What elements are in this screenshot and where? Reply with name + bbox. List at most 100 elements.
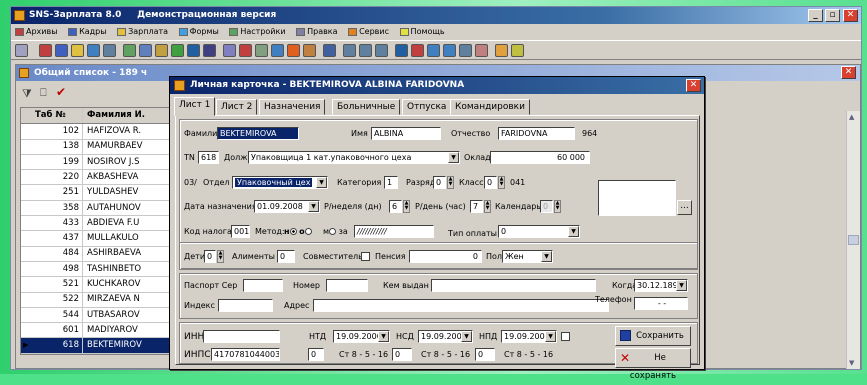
week-days-spinner[interactable]: ▲ ▼ [403, 200, 410, 213]
tool-table-icon[interactable] [203, 44, 216, 57]
tool-grid-icon[interactable] [187, 44, 200, 57]
tool-save-icon[interactable] [411, 44, 424, 57]
class-field[interactable]: 0 [484, 176, 497, 189]
list-close-button[interactable]: ✕ [841, 66, 856, 79]
tab-business-trips[interactable]: Командировки [450, 99, 530, 115]
name-field[interactable]: ALBINA [371, 127, 441, 140]
notes-box[interactable] [598, 180, 676, 216]
day-hours-spinner[interactable]: ▲ ▼ [484, 200, 491, 213]
method-o-radio[interactable] [304, 228, 312, 235]
tool-archive-icon[interactable] [39, 44, 52, 57]
menu-staff[interactable]: Кадры [64, 24, 111, 39]
menu-forms[interactable]: Формы [175, 24, 223, 39]
menu-salary[interactable]: Зарплата [113, 24, 172, 39]
tool-paste-icon[interactable] [443, 44, 456, 57]
rank-spinner[interactable]: ▲ ▼ [447, 176, 454, 189]
tool-copy-icon[interactable] [427, 44, 440, 57]
week-days-field[interactable]: 6 [389, 200, 402, 213]
tool-list-icon[interactable] [223, 44, 236, 57]
category-field[interactable]: 1 [384, 176, 398, 189]
minimize-button[interactable]: _ [808, 9, 823, 22]
assign-date-select[interactable]: 01.09.2008 ▼ [254, 200, 320, 213]
method-m-radio[interactable] [329, 228, 337, 235]
gender-select[interactable]: Жен ▼ [502, 250, 553, 263]
tool-user-icon[interactable] [475, 44, 488, 57]
npd-checkbox[interactable] [561, 332, 570, 341]
menu-help[interactable]: Помощь [396, 24, 449, 39]
no-save-button[interactable]: ✕ Не сохранять [615, 348, 691, 381]
rank-field[interactable]: 0 [433, 176, 446, 189]
menu-archives[interactable]: Архивы [11, 24, 62, 39]
ntd-date-select[interactable]: 19.09.2000 ▼ [333, 330, 390, 343]
check-icon[interactable]: ✔ [56, 85, 66, 99]
pay-type-select[interactable]: 0 ▼ [498, 225, 580, 238]
index-field[interactable] [218, 299, 273, 312]
patronymic-field[interactable]: FARIDOVNA [498, 127, 575, 140]
menu-service[interactable]: Сервис [344, 24, 393, 39]
close-button[interactable]: ✕ [843, 9, 858, 22]
position-select[interactable]: Упаковщица 1 кат.упаковочного цеха ▼ [248, 151, 460, 164]
tool-staff-icon[interactable] [55, 44, 68, 57]
tool-key-icon[interactable] [495, 44, 508, 57]
calendar-field[interactable]: 0 [540, 200, 553, 213]
children-field[interactable]: 0 [204, 250, 216, 263]
dialog-close-button[interactable]: ✕ [686, 79, 701, 92]
tool-sort-icon[interactable] [103, 44, 116, 57]
list-scrollbar[interactable]: ▲ ▼ [846, 111, 860, 369]
tool-filter-icon[interactable] [155, 44, 168, 57]
tool-open-icon[interactable] [459, 44, 472, 57]
tab-sick-leave[interactable]: Больничные [332, 99, 401, 115]
save-button[interactable]: Сохранить [615, 326, 691, 346]
children-spinner[interactable]: ▲ ▼ [217, 250, 224, 263]
class-spinner[interactable]: ▲ ▼ [498, 176, 505, 189]
tool-find-icon[interactable] [123, 44, 136, 57]
maximize-button[interactable]: ▫ [825, 9, 840, 22]
issued-by-field[interactable] [431, 279, 596, 292]
inps-field[interactable]: 41707810440037 [211, 348, 280, 361]
tool-doc3-icon[interactable] [375, 44, 388, 57]
tab-sheet2[interactable]: Лист 2 [216, 99, 258, 115]
day-hours-field[interactable]: 7 [470, 200, 483, 213]
tool-report-icon[interactable] [87, 44, 100, 57]
filter-icon[interactable]: ⧩ [22, 87, 32, 101]
npd-date-select[interactable]: 19.09.2000 ▼ [501, 330, 557, 343]
tool-calendar-icon[interactable] [239, 44, 252, 57]
tool-salary-icon[interactable] [71, 44, 84, 57]
tool-print-icon[interactable] [395, 44, 408, 57]
browse-button[interactable]: … [677, 200, 692, 215]
st2-field[interactable]: 0 [392, 348, 412, 361]
tab-assignments[interactable]: Назначения [259, 99, 326, 115]
tax-code-field[interactable]: 001 [231, 225, 250, 238]
scroll-up-icon[interactable]: ▲ [849, 113, 854, 121]
tool-find-next-icon[interactable] [139, 44, 152, 57]
tool-exit-icon[interactable] [511, 44, 524, 57]
tab-sheet1[interactable]: Лист 1 [174, 97, 216, 116]
tool-doc2-icon[interactable] [359, 44, 372, 57]
lock-icon[interactable]: ⎕ [40, 86, 47, 100]
tool-settings-icon[interactable] [15, 44, 28, 57]
issue-date-select[interactable]: 30.12.1899 ▼ [634, 279, 688, 292]
method-period-field[interactable]: /////////// [354, 225, 434, 238]
address-field[interactable] [313, 299, 609, 312]
combiner-checkbox[interactable] [361, 252, 370, 261]
nsd-date-select[interactable]: 19.09.2000 ▼ [418, 330, 473, 343]
scroll-thumb[interactable] [848, 235, 859, 245]
passport-series-field[interactable] [243, 279, 283, 292]
st3-field[interactable]: 0 [475, 348, 495, 361]
menu-edit[interactable]: Правка [292, 24, 341, 39]
passport-number-field[interactable] [326, 279, 368, 292]
col-tab-number[interactable]: Таб № [33, 108, 83, 123]
menu-settings[interactable]: Настройки [225, 24, 289, 39]
calendar-spinner[interactable]: ▲ ▼ [554, 200, 561, 213]
tool-chart-icon[interactable] [271, 44, 284, 57]
department-select[interactable]: Упаковочный цех ▼ [232, 176, 328, 189]
inn-field[interactable] [203, 330, 280, 343]
salary-field[interactable]: 60 000 [490, 151, 590, 164]
tool-doc1-icon[interactable] [343, 44, 356, 57]
pension-field[interactable]: 0 [409, 250, 482, 263]
tool-bar-chart-icon[interactable] [287, 44, 300, 57]
scroll-down-icon[interactable]: ▼ [849, 359, 854, 367]
tool-tree-icon[interactable] [171, 44, 184, 57]
tab-vacations[interactable]: Отпуска [402, 99, 452, 115]
method-n-radio[interactable] [289, 228, 297, 235]
